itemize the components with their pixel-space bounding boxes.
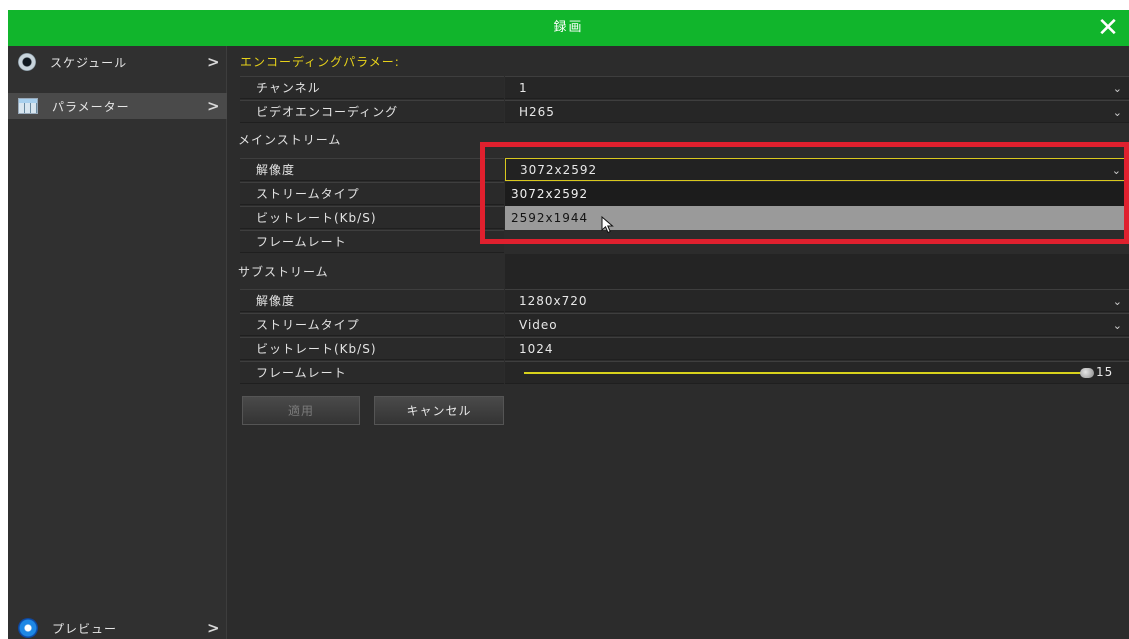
sub-resolution-label: 解像度 xyxy=(240,289,504,312)
video-encoding-label: ビデオエンコーディング xyxy=(240,100,504,123)
record-disc-icon xyxy=(18,53,36,71)
sub-stream-section-title: サブストリーム xyxy=(238,265,329,279)
sub-framerate-label: フレームレート xyxy=(240,361,504,384)
main-resolution-label: 解像度 xyxy=(240,158,504,181)
channel-label: チャンネル xyxy=(240,76,504,99)
sub-stream-type-label: ストリームタイプ xyxy=(240,313,504,336)
framerate-slider-handle[interactable] xyxy=(1080,368,1094,378)
main-resolution-select[interactable]: 3072x2592 ⌄ xyxy=(505,158,1129,181)
main-stream-type-label: ストリームタイプ xyxy=(240,182,504,205)
main-framerate-label: フレームレート xyxy=(240,230,504,253)
recording-settings-window: 録画 ✕ スケジュール > パラメーター > プレビュー > エンコーディングパ… xyxy=(8,10,1129,639)
cancel-button[interactable]: キャンセル xyxy=(374,396,504,425)
channel-value: 1 xyxy=(519,81,528,95)
settings-panel: エンコーディングパラメー: チャンネル 1 ⌄ ビデオエンコーディング H265… xyxy=(234,46,1129,639)
sidebar-item-label: スケジュール xyxy=(50,55,128,70)
encoding-section-title: エンコーディングパラメー: xyxy=(240,55,400,69)
video-encoding-value: H265 xyxy=(519,105,555,119)
chevron-right-icon: > xyxy=(207,53,221,71)
sidebar-item-parameters[interactable]: パラメーター > xyxy=(8,93,227,119)
main-bitrate-label: ビットレート(Kb/S) xyxy=(240,206,504,229)
framerate-value: 15 xyxy=(1096,365,1114,379)
sidebar-item-label: プレビュー xyxy=(52,621,118,636)
sidebar-item-preview[interactable]: プレビュー > xyxy=(8,615,227,639)
resolution-option-3072x2592[interactable]: 3072x2592 xyxy=(505,182,1129,206)
preview-icon xyxy=(18,618,38,638)
main-stream-section-title: メインストリーム xyxy=(238,133,342,147)
sub-stream-type-value: Video xyxy=(519,318,558,332)
close-icon[interactable]: ✕ xyxy=(1095,13,1121,43)
sub-bitrate-label: ビットレート(Kb/S) xyxy=(240,337,504,360)
framerate-slider-track[interactable] xyxy=(524,372,1084,374)
dropdown-background xyxy=(505,254,1129,290)
sidebar: スケジュール > パラメーター > プレビュー > xyxy=(8,46,227,639)
chevron-down-icon: ⌄ xyxy=(1112,319,1123,332)
chevron-down-icon: ⌄ xyxy=(1112,295,1123,308)
chevron-right-icon: > xyxy=(207,619,221,637)
channel-select[interactable]: 1 ⌄ xyxy=(505,76,1129,99)
main-resolution-value: 3072x2592 xyxy=(520,163,598,177)
chevron-right-icon: > xyxy=(207,97,221,115)
parameter-grid-icon xyxy=(18,98,38,114)
apply-button[interactable]: 適用 xyxy=(242,396,360,425)
chevron-down-icon: ⌄ xyxy=(1112,82,1123,95)
sidebar-item-label: パラメーター xyxy=(52,99,130,114)
title-bar: 録画 ✕ xyxy=(8,10,1129,46)
window-title: 録画 xyxy=(553,20,584,35)
sub-resolution-value: 1280x720 xyxy=(519,294,588,308)
chevron-down-icon: ⌄ xyxy=(1111,164,1122,177)
resolution-option-2592x1944[interactable]: 2592x1944 xyxy=(505,206,1129,230)
sidebar-item-schedule[interactable]: スケジュール > xyxy=(8,49,227,75)
sub-bitrate-value: 1024 xyxy=(519,342,554,356)
chevron-down-icon: ⌄ xyxy=(1112,106,1123,119)
mouse-cursor-icon xyxy=(601,216,614,234)
sub-stream-type-select[interactable]: Video ⌄ xyxy=(505,313,1129,336)
sub-bitrate-field[interactable]: 1024 xyxy=(505,337,1129,360)
sub-resolution-select[interactable]: 1280x720 ⌄ xyxy=(505,289,1129,312)
video-encoding-select[interactable]: H265 ⌄ xyxy=(505,100,1129,123)
